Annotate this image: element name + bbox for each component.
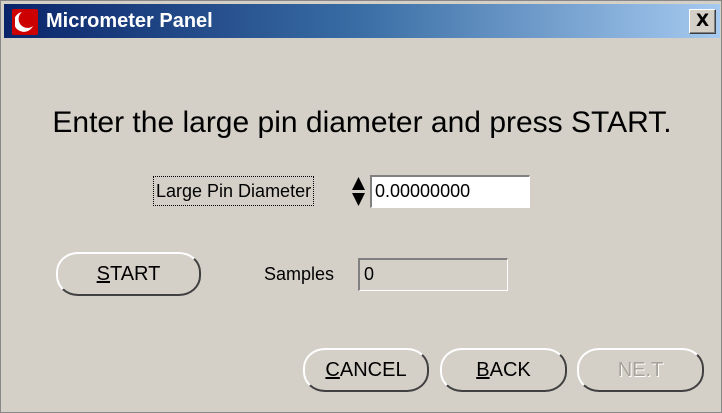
- back-mnemonic: B: [476, 359, 490, 381]
- samples-value: 0: [358, 258, 508, 291]
- triangle-down-icon: [352, 193, 365, 206]
- cancel-label: ANCEL: [339, 359, 407, 381]
- title-bar[interactable]: Micrometer Panel X: [4, 4, 720, 38]
- micrometer-window: Micrometer Panel X Enter the large pin d…: [0, 0, 722, 413]
- diameter-spinner[interactable]: [350, 176, 367, 208]
- large-pin-diameter-label: Large Pin Diameter: [153, 176, 315, 206]
- next-button[interactable]: NE.T: [577, 348, 704, 392]
- instruction-text: Enter the large pin diameter and press S…: [52, 106, 672, 139]
- large-pin-diameter-input[interactable]: 0.00000000: [370, 175, 530, 208]
- close-button[interactable]: X: [689, 9, 716, 34]
- spin-up-button[interactable]: [350, 176, 367, 191]
- back-label: ACK: [489, 359, 531, 381]
- cancel-button[interactable]: CANCEL: [303, 348, 429, 392]
- start-label: TART: [109, 263, 161, 285]
- start-button[interactable]: START: [56, 252, 201, 296]
- close-icon: X: [695, 11, 710, 31]
- samples-label: Samples: [264, 264, 335, 284]
- window-title: Micrometer Panel: [46, 10, 213, 32]
- triangle-up-icon: [352, 177, 365, 190]
- moon-logo-icon: [12, 9, 38, 35]
- spin-down-button[interactable]: [350, 192, 367, 207]
- start-mnemonic: S: [96, 263, 110, 285]
- back-button[interactable]: BACK: [440, 348, 567, 392]
- next-label: NE.T: [617, 359, 664, 381]
- cancel-mnemonic: C: [325, 359, 340, 381]
